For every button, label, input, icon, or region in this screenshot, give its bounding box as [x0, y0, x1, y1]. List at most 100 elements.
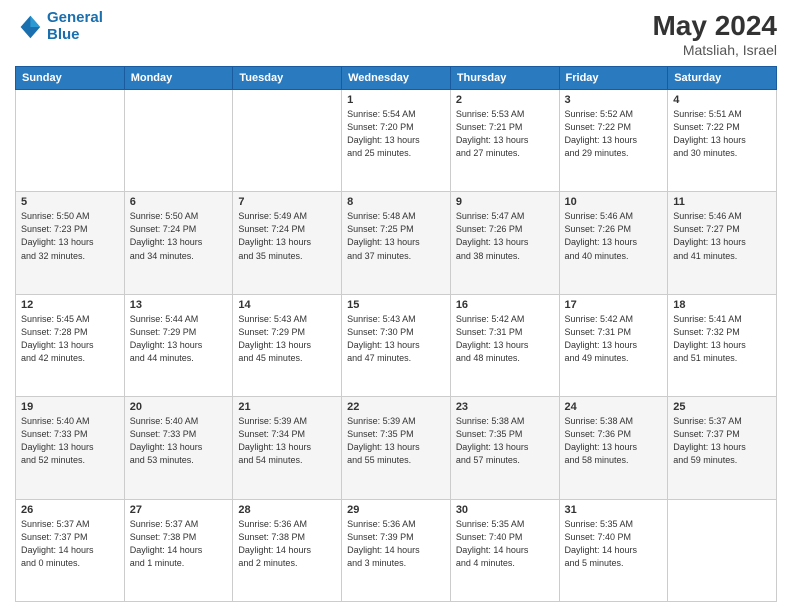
calendar-cell: 8Sunrise: 5:48 AM Sunset: 7:25 PM Daylig… — [342, 192, 451, 294]
day-info: Sunrise: 5:38 AM Sunset: 7:35 PM Dayligh… — [456, 415, 554, 467]
weekday-saturday: Saturday — [668, 67, 777, 90]
day-number: 4 — [673, 94, 771, 106]
day-number: 23 — [456, 401, 554, 413]
day-number: 31 — [565, 504, 663, 516]
day-info: Sunrise: 5:52 AM Sunset: 7:22 PM Dayligh… — [565, 108, 663, 160]
day-info: Sunrise: 5:36 AM Sunset: 7:38 PM Dayligh… — [238, 518, 336, 570]
calendar-cell: 1 Sunrise: 5:54 AM Sunset: 7:20 PM Daylig… — [342, 90, 451, 192]
calendar-cell: 29 Sunrise: 5:36 AM Sunset: 7:39 PM Dayli… — [342, 499, 451, 601]
calendar-table: SundayMondayTuesdayWednesdayThursdayFrid… — [15, 66, 777, 602]
logo-text: General Blue — [47, 10, 103, 43]
day-info: Sunrise: 5:51 AM Sunset: 7:22 PM Dayligh… — [673, 108, 771, 160]
day-number: 5 — [21, 196, 119, 208]
week-row-1: 5Sunrise: 5:50 AM Sunset: 7:23 PM Daylig… — [16, 192, 777, 294]
day-info: Sunrise: 5:54 AM Sunset: 7:20 PM Dayligh… — [347, 108, 445, 160]
day-info: Sunrise: 5:37 AM Sunset: 7:37 PM Dayligh… — [21, 518, 119, 570]
location: Matsliah, Israel — [652, 42, 777, 58]
day-number: 21 — [238, 401, 336, 413]
day-number: 9 — [456, 196, 554, 208]
day-number: 11 — [673, 196, 771, 208]
day-number: 8 — [347, 196, 445, 208]
day-number: 30 — [456, 504, 554, 516]
day-info: Sunrise: 5:41 AM Sunset: 7:32 PM Dayligh… — [673, 313, 771, 365]
calendar-cell: 2 Sunrise: 5:53 AM Sunset: 7:21 PM Daylig… — [450, 90, 559, 192]
day-info: Sunrise: 5:35 AM Sunset: 7:40 PM Dayligh… — [565, 518, 663, 570]
day-number: 12 — [21, 299, 119, 311]
calendar-cell: 15Sunrise: 5:43 AM Sunset: 7:30 PM Dayli… — [342, 294, 451, 396]
day-info: Sunrise: 5:42 AM Sunset: 7:31 PM Dayligh… — [565, 313, 663, 365]
calendar-cell: 7Sunrise: 5:49 AM Sunset: 7:24 PM Daylig… — [233, 192, 342, 294]
day-number: 1 — [347, 94, 445, 106]
weekday-header-row: SundayMondayTuesdayWednesdayThursdayFrid… — [16, 67, 777, 90]
week-row-3: 19 Sunrise: 5:40 AM Sunset: 7:33 PM Dayli… — [16, 397, 777, 499]
calendar-cell: 5Sunrise: 5:50 AM Sunset: 7:23 PM Daylig… — [16, 192, 125, 294]
calendar-cell: 3 Sunrise: 5:52 AM Sunset: 7:22 PM Daylig… — [559, 90, 668, 192]
calendar-cell: 25 Sunrise: 5:37 AM Sunset: 7:37 PM Dayli… — [668, 397, 777, 499]
calendar-cell: 12 Sunrise: 5:45 AM Sunset: 7:28 PM Dayli… — [16, 294, 125, 396]
day-info: Sunrise: 5:42 AM Sunset: 7:31 PM Dayligh… — [456, 313, 554, 365]
day-info: Sunrise: 5:40 AM Sunset: 7:33 PM Dayligh… — [21, 415, 119, 467]
calendar-cell: 24Sunrise: 5:38 AM Sunset: 7:36 PM Dayli… — [559, 397, 668, 499]
weekday-friday: Friday — [559, 67, 668, 90]
day-number: 7 — [238, 196, 336, 208]
day-info: Sunrise: 5:39 AM Sunset: 7:35 PM Dayligh… — [347, 415, 445, 467]
calendar-cell: 23 Sunrise: 5:38 AM Sunset: 7:35 PM Dayli… — [450, 397, 559, 499]
page: General Blue May 2024 Matsliah, Israel S… — [0, 0, 792, 612]
day-info: Sunrise: 5:40 AM Sunset: 7:33 PM Dayligh… — [130, 415, 228, 467]
day-info: Sunrise: 5:46 AM Sunset: 7:27 PM Dayligh… — [673, 210, 771, 262]
day-info: Sunrise: 5:36 AM Sunset: 7:39 PM Dayligh… — [347, 518, 445, 570]
calendar-cell: 11 Sunrise: 5:46 AM Sunset: 7:27 PM Dayli… — [668, 192, 777, 294]
day-info: Sunrise: 5:53 AM Sunset: 7:21 PM Dayligh… — [456, 108, 554, 160]
day-number: 28 — [238, 504, 336, 516]
day-number: 6 — [130, 196, 228, 208]
calendar-cell: 9 Sunrise: 5:47 AM Sunset: 7:26 PM Daylig… — [450, 192, 559, 294]
header: General Blue May 2024 Matsliah, Israel — [15, 10, 777, 58]
day-info: Sunrise: 5:38 AM Sunset: 7:36 PM Dayligh… — [565, 415, 663, 467]
calendar-cell: 14 Sunrise: 5:43 AM Sunset: 7:29 PM Dayli… — [233, 294, 342, 396]
day-number: 19 — [21, 401, 119, 413]
calendar-cell — [233, 90, 342, 192]
week-row-2: 12 Sunrise: 5:45 AM Sunset: 7:28 PM Dayli… — [16, 294, 777, 396]
logo-icon — [15, 13, 43, 41]
day-number: 13 — [130, 299, 228, 311]
day-info: Sunrise: 5:39 AM Sunset: 7:34 PM Dayligh… — [238, 415, 336, 467]
day-info: Sunrise: 5:37 AM Sunset: 7:38 PM Dayligh… — [130, 518, 228, 570]
day-info: Sunrise: 5:35 AM Sunset: 7:40 PM Dayligh… — [456, 518, 554, 570]
day-info: Sunrise: 5:44 AM Sunset: 7:29 PM Dayligh… — [130, 313, 228, 365]
calendar-cell: 10Sunrise: 5:46 AM Sunset: 7:26 PM Dayli… — [559, 192, 668, 294]
weekday-tuesday: Tuesday — [233, 67, 342, 90]
week-row-4: 26 Sunrise: 5:37 AM Sunset: 7:37 PM Dayli… — [16, 499, 777, 601]
day-number: 3 — [565, 94, 663, 106]
day-number: 27 — [130, 504, 228, 516]
calendar-cell: 19 Sunrise: 5:40 AM Sunset: 7:33 PM Dayli… — [16, 397, 125, 499]
calendar-cell — [668, 499, 777, 601]
day-number: 15 — [347, 299, 445, 311]
day-info: Sunrise: 5:37 AM Sunset: 7:37 PM Dayligh… — [673, 415, 771, 467]
calendar-cell: 18Sunrise: 5:41 AM Sunset: 7:32 PM Dayli… — [668, 294, 777, 396]
logo: General Blue — [15, 10, 103, 43]
calendar-cell: 13 Sunrise: 5:44 AM Sunset: 7:29 PM Dayli… — [124, 294, 233, 396]
day-number: 20 — [130, 401, 228, 413]
month-year: May 2024 — [652, 10, 777, 42]
day-info: Sunrise: 5:43 AM Sunset: 7:29 PM Dayligh… — [238, 313, 336, 365]
day-number: 2 — [456, 94, 554, 106]
calendar-cell: 17 Sunrise: 5:42 AM Sunset: 7:31 PM Dayli… — [559, 294, 668, 396]
calendar-cell — [16, 90, 125, 192]
weekday-sunday: Sunday — [16, 67, 125, 90]
calendar-cell: 6Sunrise: 5:50 AM Sunset: 7:24 PM Daylig… — [124, 192, 233, 294]
calendar-cell: 22Sunrise: 5:39 AM Sunset: 7:35 PM Dayli… — [342, 397, 451, 499]
day-number: 14 — [238, 299, 336, 311]
day-number: 25 — [673, 401, 771, 413]
day-number: 17 — [565, 299, 663, 311]
calendar-cell: 20 Sunrise: 5:40 AM Sunset: 7:33 PM Dayli… — [124, 397, 233, 499]
day-info: Sunrise: 5:45 AM Sunset: 7:28 PM Dayligh… — [21, 313, 119, 365]
title-block: May 2024 Matsliah, Israel — [652, 10, 777, 58]
day-number: 26 — [21, 504, 119, 516]
calendar-cell: 28 Sunrise: 5:36 AM Sunset: 7:38 PM Dayli… — [233, 499, 342, 601]
day-info: Sunrise: 5:47 AM Sunset: 7:26 PM Dayligh… — [456, 210, 554, 262]
week-row-0: 1 Sunrise: 5:54 AM Sunset: 7:20 PM Daylig… — [16, 90, 777, 192]
day-number: 29 — [347, 504, 445, 516]
calendar-cell: 26 Sunrise: 5:37 AM Sunset: 7:37 PM Dayli… — [16, 499, 125, 601]
calendar-cell: 16Sunrise: 5:42 AM Sunset: 7:31 PM Dayli… — [450, 294, 559, 396]
weekday-wednesday: Wednesday — [342, 67, 451, 90]
